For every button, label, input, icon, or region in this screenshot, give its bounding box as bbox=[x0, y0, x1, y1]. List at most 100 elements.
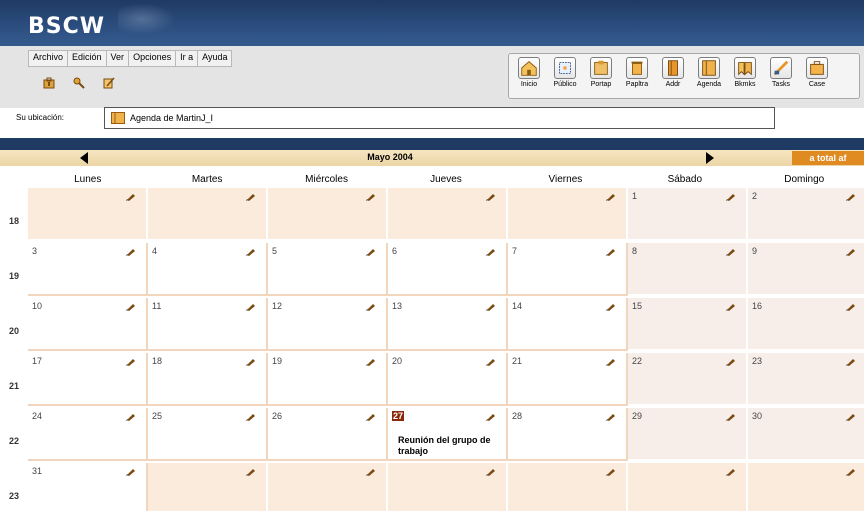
pencil-icon[interactable] bbox=[366, 358, 376, 366]
calendar-day-cell[interactable]: 24 bbox=[28, 408, 148, 461]
toolbar-agenda-button[interactable]: Agenda bbox=[691, 57, 727, 88]
calendar-empty-cell[interactable] bbox=[148, 188, 268, 241]
pencil-icon[interactable] bbox=[366, 468, 376, 476]
calendar-day-cell[interactable]: 13 bbox=[388, 298, 508, 351]
calendar-day-cell[interactable]: 21 bbox=[508, 353, 628, 406]
toolbar-bkmks-button[interactable]: Bkmks bbox=[727, 57, 763, 88]
calendar-day-cell[interactable]: 9 bbox=[748, 243, 864, 296]
next-month-arrow-icon[interactable] bbox=[706, 152, 714, 164]
pencil-icon[interactable] bbox=[246, 248, 256, 256]
pencil-icon[interactable] bbox=[486, 468, 496, 476]
pencil-icon[interactable] bbox=[366, 303, 376, 311]
pencil-icon[interactable] bbox=[486, 193, 496, 201]
calendar-day-cell[interactable]: 19 bbox=[268, 353, 388, 406]
pencil-icon[interactable] bbox=[606, 468, 616, 476]
pencil-icon[interactable] bbox=[846, 468, 856, 476]
calendar-day-cell[interactable]: 6 bbox=[388, 243, 508, 296]
calendar-empty-cell[interactable] bbox=[628, 463, 748, 511]
calendar-empty-cell[interactable] bbox=[748, 463, 864, 511]
calendar-day-cell[interactable]: 18 bbox=[148, 353, 268, 406]
pencil-icon[interactable] bbox=[126, 358, 136, 366]
pencil-icon[interactable] bbox=[486, 303, 496, 311]
pencil-icon[interactable] bbox=[486, 358, 496, 366]
pencil-icon[interactable] bbox=[366, 193, 376, 201]
toolbar-portap-button[interactable]: Portap bbox=[583, 57, 619, 88]
pencil-icon[interactable] bbox=[726, 303, 736, 311]
pencil-icon[interactable] bbox=[366, 413, 376, 421]
toolbar-inicio-button[interactable]: Inicio bbox=[511, 57, 547, 88]
calendar-day-cell[interactable]: 22 bbox=[628, 353, 748, 406]
calendar-day-cell[interactable]: 28 bbox=[508, 408, 628, 461]
pencil-icon[interactable] bbox=[486, 413, 496, 421]
calendar-empty-cell[interactable] bbox=[268, 188, 388, 241]
toolbar-case-button[interactable]: Case bbox=[799, 57, 835, 88]
calendar-day-cell[interactable]: 31 bbox=[28, 463, 148, 511]
pencil-icon[interactable] bbox=[726, 468, 736, 476]
calendar-day-cell[interactable]: 26 bbox=[268, 408, 388, 461]
pencil-icon[interactable] bbox=[726, 248, 736, 256]
calendar-day-cell[interactable]: 23 bbox=[748, 353, 864, 406]
calendar-day-cell[interactable]: 15 bbox=[628, 298, 748, 351]
calendar-empty-cell[interactable] bbox=[28, 188, 148, 241]
calendar-day-cell[interactable]: 27 Reunión del grupo de trabajo bbox=[388, 408, 508, 461]
pencil-icon[interactable] bbox=[486, 248, 496, 256]
calendar-day-cell[interactable]: 17 bbox=[28, 353, 148, 406]
pencil-icon[interactable] bbox=[366, 248, 376, 256]
calendar-day-cell[interactable]: 16 bbox=[748, 298, 864, 351]
menu-item-ir-a[interactable]: Ir a bbox=[176, 51, 199, 66]
pencil-icon[interactable] bbox=[846, 193, 856, 201]
calendar-empty-cell[interactable] bbox=[148, 463, 268, 511]
edit-note-icon[interactable] bbox=[102, 76, 116, 90]
calendar-day-cell[interactable]: 29 bbox=[628, 408, 748, 461]
pencil-icon[interactable] bbox=[846, 303, 856, 311]
pencil-icon[interactable] bbox=[846, 358, 856, 366]
pencil-icon[interactable] bbox=[126, 303, 136, 311]
calendar-day-cell[interactable]: 1 bbox=[628, 188, 748, 241]
calendar-day-cell[interactable]: 7 bbox=[508, 243, 628, 296]
location-field[interactable]: Agenda de MartinJ_I bbox=[104, 107, 775, 129]
pencil-icon[interactable] bbox=[246, 303, 256, 311]
calendar-empty-cell[interactable] bbox=[508, 188, 628, 241]
pencil-icon[interactable] bbox=[126, 248, 136, 256]
pencil-icon[interactable] bbox=[726, 358, 736, 366]
menu-item-ver[interactable]: Ver bbox=[107, 51, 130, 66]
menu-item-ayuda[interactable]: Ayuda bbox=[198, 51, 231, 66]
pencil-icon[interactable] bbox=[606, 413, 616, 421]
calendar-empty-cell[interactable] bbox=[508, 463, 628, 511]
pencil-icon[interactable] bbox=[606, 303, 616, 311]
pencil-icon[interactable] bbox=[126, 413, 136, 421]
pencil-icon[interactable] bbox=[846, 248, 856, 256]
calendar-day-cell[interactable]: 25 bbox=[148, 408, 268, 461]
toolbar-papltra-button[interactable]: Papltra bbox=[619, 57, 655, 88]
calendar-day-cell[interactable]: 2 bbox=[748, 188, 864, 241]
pencil-icon[interactable] bbox=[246, 468, 256, 476]
calendar-day-cell[interactable]: 11 bbox=[148, 298, 268, 351]
pencil-icon[interactable] bbox=[606, 193, 616, 201]
pencil-icon[interactable] bbox=[126, 468, 136, 476]
pencil-icon[interactable] bbox=[606, 358, 616, 366]
pencil-icon[interactable] bbox=[726, 193, 736, 201]
calendar-event[interactable]: Reunión del grupo de trabajo bbox=[398, 435, 506, 457]
pencil-icon[interactable] bbox=[246, 413, 256, 421]
key-icon[interactable] bbox=[72, 76, 86, 90]
bag-icon[interactable] bbox=[42, 76, 56, 90]
previous-month-arrow-icon[interactable] bbox=[80, 152, 88, 164]
calendar-day-cell[interactable]: 3 bbox=[28, 243, 148, 296]
toolbar-público-button[interactable]: Público bbox=[547, 57, 583, 88]
pencil-icon[interactable] bbox=[246, 358, 256, 366]
pencil-icon[interactable] bbox=[126, 193, 136, 201]
calendar-empty-cell[interactable] bbox=[388, 463, 508, 511]
calendar-day-cell[interactable]: 8 bbox=[628, 243, 748, 296]
menu-item-opciones[interactable]: Opciones bbox=[129, 51, 177, 66]
calendar-day-cell[interactable]: 10 bbox=[28, 298, 148, 351]
total-button[interactable]: a total af bbox=[792, 151, 864, 165]
pencil-icon[interactable] bbox=[606, 248, 616, 256]
pencil-icon[interactable] bbox=[246, 193, 256, 201]
calendar-day-cell[interactable]: 5 bbox=[268, 243, 388, 296]
pencil-icon[interactable] bbox=[726, 413, 736, 421]
calendar-empty-cell[interactable] bbox=[268, 463, 388, 511]
calendar-day-cell[interactable]: 20 bbox=[388, 353, 508, 406]
calendar-day-cell[interactable]: 12 bbox=[268, 298, 388, 351]
calendar-day-cell[interactable]: 4 bbox=[148, 243, 268, 296]
calendar-day-cell[interactable]: 30 bbox=[748, 408, 864, 461]
